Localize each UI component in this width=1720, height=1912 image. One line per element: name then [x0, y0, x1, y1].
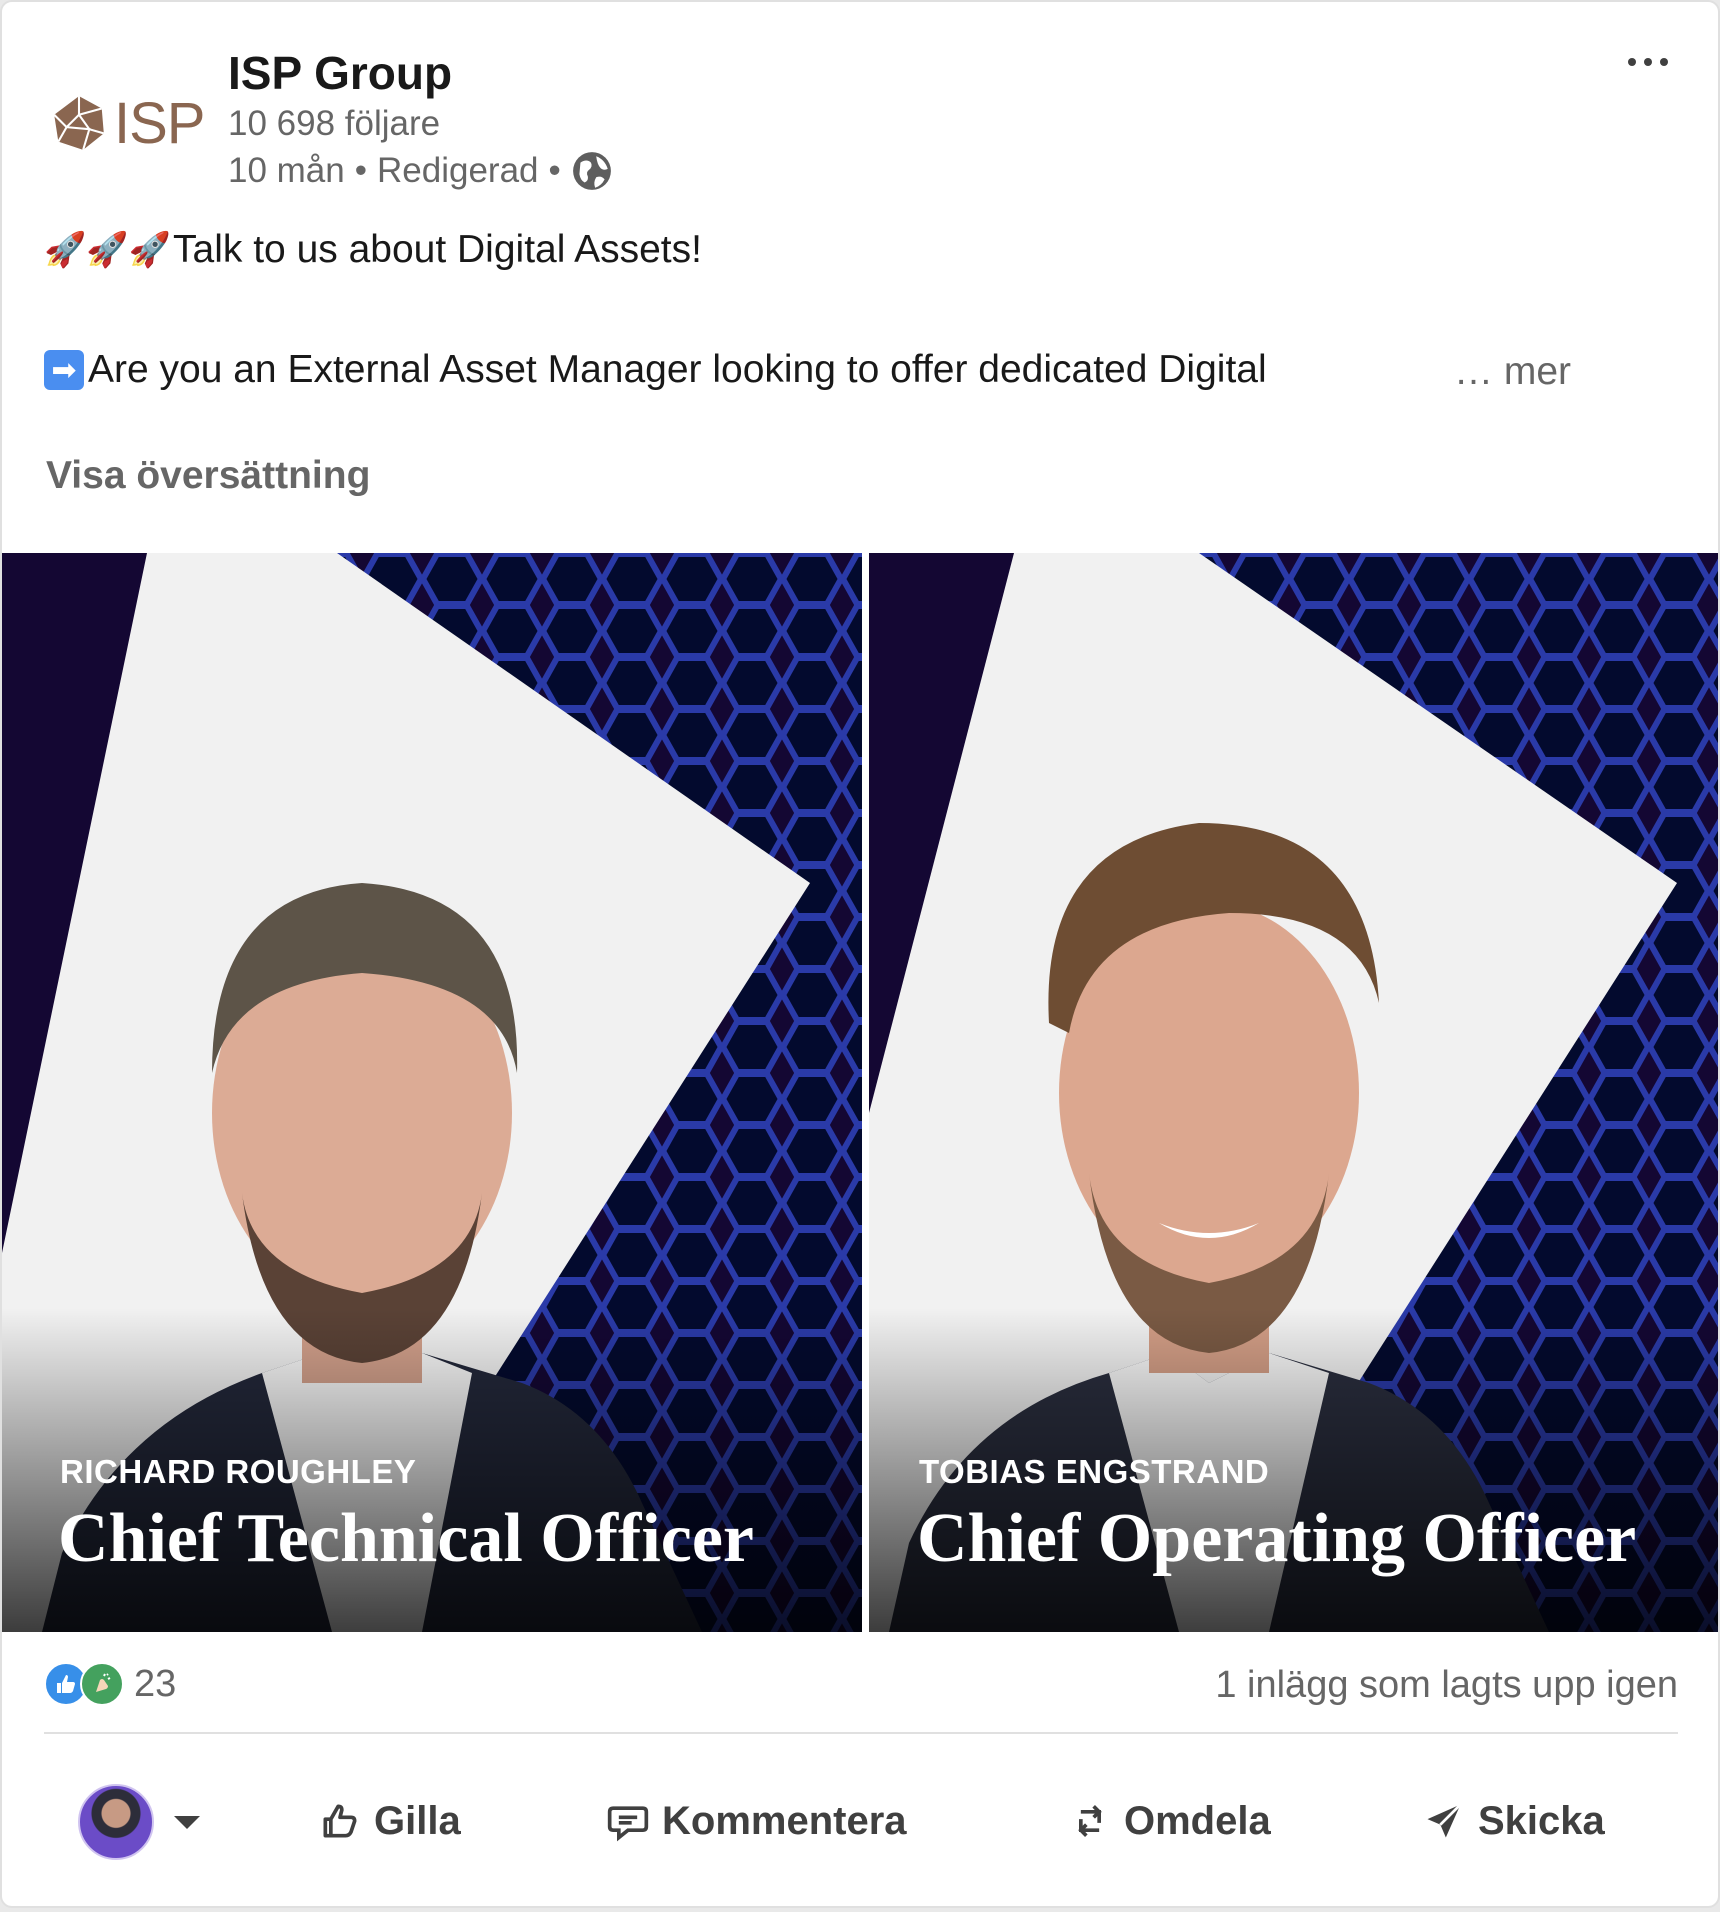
post-media[interactable]: RICHARD ROUGHLEY Chief Technical Officer [2, 553, 1718, 1632]
send-icon [1427, 1803, 1462, 1838]
isp-logo-icon [53, 96, 105, 151]
person-title: Chief Operating Officer [917, 1500, 1637, 1577]
edited-label: Redigerad [377, 151, 539, 190]
show-translation-link[interactable]: Visa översättning [46, 454, 370, 498]
like-icon [323, 1804, 357, 1838]
celebrate-reaction-icon [80, 1662, 124, 1706]
follower-count: 10 698 följare [228, 104, 441, 143]
rocket-icon: 🚀🚀🚀 [44, 231, 172, 269]
globe-icon [572, 152, 611, 190]
action-bar: Gilla Kommentera Omdela Skicka [2, 1772, 1718, 1872]
feed-post-card: ISP ISP Group 10 698 följare 10 mån • Re… [0, 0, 1720, 1908]
person-name: TOBIAS ENGSTRAND [919, 1453, 1270, 1490]
divider [44, 1732, 1678, 1734]
reaction-count: 23 [134, 1662, 177, 1705]
repost-count[interactable]: 1 inlägg som lagts upp igen [1215, 1664, 1678, 1707]
person-title: Chief Technical Officer [58, 1500, 755, 1577]
repost-icon [1078, 1805, 1102, 1837]
post-time: 10 mån [228, 151, 345, 190]
meta-separator: • [354, 151, 368, 190]
avatar [78, 1784, 154, 1860]
more-options-icon[interactable] [1618, 42, 1678, 82]
caret-down-icon [174, 1815, 200, 1829]
send-label: Skicka [1478, 1798, 1605, 1843]
like-button[interactable]: Gilla [318, 1786, 461, 1856]
repost-button[interactable]: Omdela [1068, 1786, 1271, 1856]
reaction-summary[interactable]: 23 [44, 1662, 176, 1706]
person-name: RICHARD ROUGHLEY [60, 1453, 417, 1490]
actor-switcher[interactable] [78, 1784, 200, 1860]
see-more-link[interactable]: … mer [1454, 350, 1571, 394]
image-panel-right[interactable]: TOBIAS ENGSTRAND Chief Operating Officer [869, 553, 1718, 1632]
post-text-line-1: 🚀🚀🚀 Talk to us about Digital Assets! [44, 228, 702, 272]
comment-icon [607, 1806, 649, 1842]
logo-text: ISP [114, 90, 205, 156]
post-text-headline: Talk to us about Digital Assets! [173, 228, 702, 271]
comment-label: Kommentera [662, 1798, 907, 1843]
post-text-body: Are you an External Asset Manager lookin… [88, 348, 1267, 391]
post-text-line-2: ➡ Are you an External Asset Manager look… [44, 348, 1267, 392]
repost-label: Omdela [1124, 1798, 1271, 1843]
send-button[interactable]: Skicka [1422, 1786, 1605, 1856]
company-logo[interactable]: ISP [48, 88, 208, 158]
company-name[interactable]: ISP Group [228, 46, 452, 100]
like-label: Gilla [374, 1798, 461, 1843]
image-panel-left[interactable]: RICHARD ROUGHLEY Chief Technical Officer [2, 553, 862, 1632]
comment-button[interactable]: Kommentera [606, 1786, 907, 1856]
meta-separator: • [548, 151, 561, 190]
post-meta: 10 mån • Redigerad • [228, 150, 613, 192]
arrow-right-icon: ➡ [44, 350, 84, 390]
